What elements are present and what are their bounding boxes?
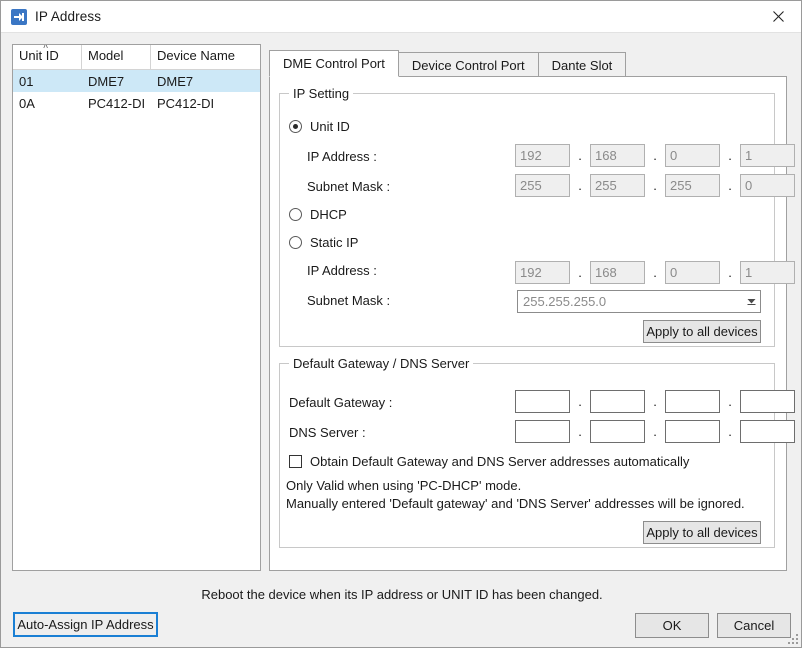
octet-separator: . xyxy=(653,178,657,193)
gateway-dns-legend: Default Gateway / DNS Server xyxy=(289,356,474,371)
info-text-line-1: Only Valid when using 'PC-DHCP' mode. xyxy=(286,478,522,493)
label-unit-subnet-mask: Subnet Mask : xyxy=(307,179,391,194)
label-default-gateway: Default Gateway : xyxy=(289,395,393,410)
dns-server-octets: . . . xyxy=(515,420,795,443)
resize-grip-icon[interactable] xyxy=(786,632,798,644)
static-ip-address-octets: 192 . 168 . 0 . 1 xyxy=(515,261,795,284)
dns-octet-1[interactable] xyxy=(515,420,570,443)
static-subnet-mask-value: 255.255.255.0 xyxy=(523,294,607,309)
octet-separator: . xyxy=(728,394,732,409)
cell-model: DME7 xyxy=(88,73,125,89)
octet-separator: . xyxy=(578,178,582,193)
tab-strip: DME Control Port Device Control Port Dan… xyxy=(269,50,627,77)
unit-ip-octet-2[interactable]: 168 xyxy=(590,144,645,167)
static-subnet-mask-select[interactable]: 255.255.255.0 xyxy=(517,290,761,313)
dns-octet-2[interactable] xyxy=(590,420,645,443)
dns-octet-3[interactable] xyxy=(665,420,720,443)
device-list-header: ˄ Unit ID Model Device Name xyxy=(13,45,260,70)
gateway-octet-3[interactable] xyxy=(665,390,720,413)
radio-dhcp-label: DHCP xyxy=(310,207,347,222)
tab-dante-slot[interactable]: Dante Slot xyxy=(537,52,627,77)
static-ip-octet-1[interactable]: 192 xyxy=(515,261,570,284)
unit-mask-octet-2[interactable]: 255 xyxy=(590,174,645,197)
label-unit-ip-address: IP Address : xyxy=(307,149,377,164)
octet-separator: . xyxy=(728,424,732,439)
tab-device-control-port[interactable]: Device Control Port xyxy=(397,52,539,77)
sort-ascending-icon: ˄ xyxy=(43,45,49,51)
ip-address-icon xyxy=(11,8,27,25)
unit-subnet-mask-octets: 255 . 255 . 255 . 0 xyxy=(515,174,795,197)
checkbox-indicator xyxy=(289,455,302,468)
octet-separator: . xyxy=(728,148,732,163)
label-static-ip-address: IP Address : xyxy=(307,263,377,278)
chevron-down-icon[interactable] xyxy=(742,291,760,312)
octet-separator: . xyxy=(578,424,582,439)
device-list[interactable]: ˄ Unit ID Model Device Name 01 DME7 DME7… xyxy=(12,44,261,571)
cell-model: PC412-DI xyxy=(88,95,146,111)
unit-ip-octet-1[interactable]: 192 xyxy=(515,144,570,167)
octet-separator: . xyxy=(728,265,732,280)
cell-unit-id: 0A xyxy=(19,95,35,111)
radio-dhcp-indicator xyxy=(289,208,302,221)
ip-setting-legend: IP Setting xyxy=(289,86,354,101)
gateway-octet-4[interactable] xyxy=(740,390,795,413)
table-row[interactable]: 0A PC412-DI PC412-DI xyxy=(13,92,260,114)
unit-ip-octet-4[interactable]: 1 xyxy=(740,144,795,167)
window-title: IP Address xyxy=(35,9,102,24)
radio-static-ip-indicator xyxy=(289,236,302,249)
unit-mask-octet-3[interactable]: 255 xyxy=(665,174,720,197)
ip-address-dialog: IP Address ˄ Unit ID Model Device Name 0… xyxy=(0,0,802,648)
apply-to-all-devices-gateway-button[interactable]: Apply to all devices xyxy=(643,521,761,544)
static-ip-octet-3[interactable]: 0 xyxy=(665,261,720,284)
default-gateway-octets: . . . xyxy=(515,390,795,413)
column-header-model[interactable]: Model xyxy=(82,45,151,69)
octet-separator: . xyxy=(653,265,657,280)
titlebar-divider xyxy=(1,32,801,33)
unit-mask-octet-4[interactable]: 0 xyxy=(740,174,795,197)
gateway-octet-2[interactable] xyxy=(590,390,645,413)
table-row[interactable]: 01 DME7 DME7 xyxy=(13,70,260,92)
reboot-note: Reboot the device when its IP address or… xyxy=(201,587,603,602)
obtain-automatically-checkbox[interactable]: Obtain Default Gateway and DNS Server ad… xyxy=(289,454,689,469)
octet-separator: . xyxy=(578,394,582,409)
octet-separator: . xyxy=(653,148,657,163)
column-header-unit-id[interactable]: ˄ Unit ID xyxy=(13,45,82,69)
radio-unit-id-label: Unit ID xyxy=(310,119,350,134)
cell-device-name: DME7 xyxy=(157,73,194,89)
octet-separator: . xyxy=(578,148,582,163)
auto-assign-ip-address-button[interactable]: Auto-Assign IP Address xyxy=(13,612,158,637)
dns-octet-4[interactable] xyxy=(740,420,795,443)
title-bar: IP Address xyxy=(1,1,801,32)
radio-unit-id-indicator xyxy=(289,120,302,133)
unit-mask-octet-1[interactable]: 255 xyxy=(515,174,570,197)
radio-dhcp[interactable]: DHCP xyxy=(289,207,347,222)
ok-button[interactable]: OK xyxy=(635,613,709,638)
column-header-unit-id-label: Unit ID xyxy=(19,48,59,63)
gateway-octet-1[interactable] xyxy=(515,390,570,413)
octet-separator: . xyxy=(728,178,732,193)
label-dns-server: DNS Server : xyxy=(289,425,366,440)
radio-static-ip-label: Static IP xyxy=(310,235,359,250)
apply-to-all-devices-ip-button[interactable]: Apply to all devices xyxy=(643,320,761,343)
label-static-subnet-mask: Subnet Mask : xyxy=(307,293,391,308)
radio-unit-id[interactable]: Unit ID xyxy=(289,119,350,134)
radio-static-ip[interactable]: Static IP xyxy=(289,235,358,250)
column-header-device-name-label: Device Name xyxy=(157,48,236,63)
obtain-automatically-label: Obtain Default Gateway and DNS Server ad… xyxy=(310,454,690,469)
cell-unit-id: 01 xyxy=(19,73,34,89)
octet-separator: . xyxy=(578,265,582,280)
tab-dme-control-port[interactable]: DME Control Port xyxy=(269,50,399,77)
info-text-line-2: Manually entered 'Default gateway' and '… xyxy=(286,496,745,511)
static-ip-octet-4[interactable]: 1 xyxy=(740,261,795,284)
column-header-device-name[interactable]: Device Name xyxy=(151,45,260,69)
cancel-button[interactable]: Cancel xyxy=(717,613,791,638)
cell-device-name: PC412-DI xyxy=(157,95,215,111)
octet-separator: . xyxy=(653,424,657,439)
close-icon[interactable] xyxy=(755,1,801,32)
unit-ip-octet-3[interactable]: 0 xyxy=(665,144,720,167)
octet-separator: . xyxy=(653,394,657,409)
static-ip-octet-2[interactable]: 168 xyxy=(590,261,645,284)
unit-ip-address-octets: 192 . 168 . 0 . 1 xyxy=(515,144,795,167)
column-header-model-label: Model xyxy=(88,48,124,63)
